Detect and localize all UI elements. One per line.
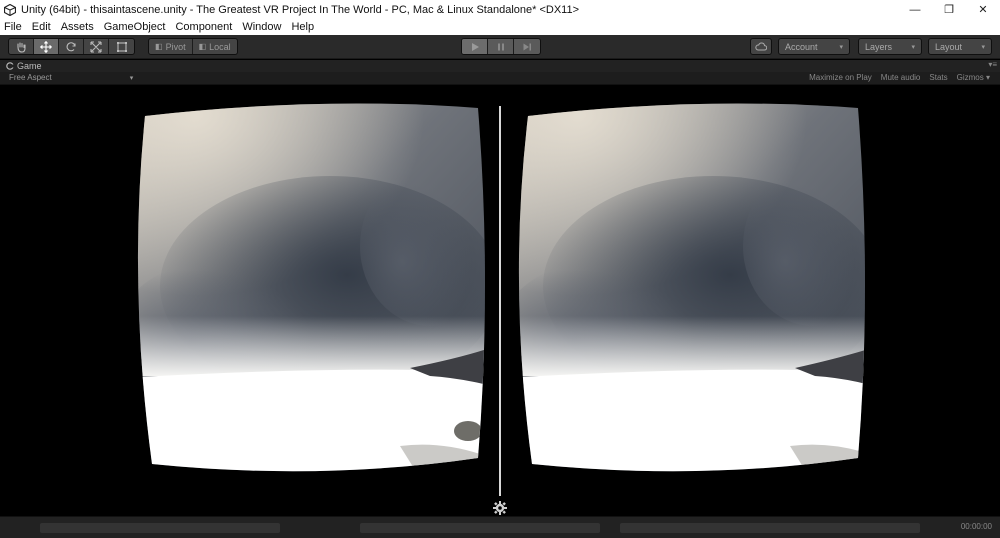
- menu-component[interactable]: Component: [175, 21, 232, 33]
- minimize-button[interactable]: —: [898, 0, 932, 19]
- layers-label: Layers: [865, 41, 893, 52]
- transform-tools: [8, 38, 135, 55]
- unity-logo-icon: [3, 3, 17, 17]
- left-eye-view: [137, 103, 485, 472]
- chevron-down-icon: ▾: [981, 43, 985, 51]
- chevron-down-icon: ▾: [129, 74, 134, 82]
- play-icon: [471, 42, 479, 51]
- menu-file[interactable]: File: [4, 21, 22, 33]
- vr-center-divider: [499, 106, 501, 496]
- layers-dropdown[interactable]: Layers ▾: [858, 38, 922, 55]
- cloud-icon: [755, 42, 767, 51]
- chevron-down-icon: ▾: [839, 43, 843, 51]
- local-toggle[interactable]: ◧ Local: [193, 39, 237, 54]
- status-segment: [40, 523, 280, 533]
- title-bar: Unity (64bit) - thisaintascene.unity - T…: [0, 0, 1000, 19]
- play-controls: [461, 38, 541, 55]
- game-view-toolbar: Free Aspect ▾ Maximize on Play Mute audi…: [0, 72, 1000, 85]
- layout-dropdown[interactable]: Layout ▾: [928, 38, 992, 55]
- move-tool-button[interactable]: [34, 39, 59, 54]
- layout-label: Layout: [935, 41, 963, 52]
- main-toolbar: ◧ Pivot ◧ Local Account ▾ Layers ▾ Layou…: [0, 35, 1000, 59]
- account-label: Account: [785, 41, 818, 52]
- panel-menu-icon[interactable]: ▾≡: [988, 60, 997, 69]
- account-dropdown[interactable]: Account ▾: [778, 38, 850, 55]
- status-segment: [620, 523, 920, 533]
- cloud-button[interactable]: [750, 38, 772, 55]
- maximize-on-play-toggle[interactable]: Maximize on Play: [809, 73, 872, 82]
- chevron-down-icon: ▾: [911, 43, 915, 51]
- hand-icon: [17, 41, 26, 53]
- pause-button[interactable]: [488, 39, 514, 54]
- close-button[interactable]: ✕: [966, 0, 1000, 19]
- local-label: Local: [209, 41, 231, 52]
- step-button[interactable]: [514, 39, 540, 54]
- pivot-controls: ◧ Pivot ◧ Local: [148, 38, 238, 55]
- scale-tool-button[interactable]: [84, 39, 109, 54]
- local-icon: ◧: [198, 42, 207, 51]
- play-button[interactable]: [462, 39, 488, 54]
- menu-window[interactable]: Window: [242, 21, 281, 33]
- game-panel-header: Game ▾≡: [0, 60, 1000, 72]
- move-icon: [40, 40, 52, 53]
- rect-tool-button[interactable]: [109, 39, 134, 54]
- window-controls: — ❐ ✕: [898, 0, 1000, 19]
- game-view-options: Maximize on Play Mute audio Stats Gizmos…: [809, 73, 990, 82]
- aspect-label: Free Aspect: [9, 73, 52, 82]
- scale-icon: [90, 40, 102, 53]
- pivot-label: Pivot: [165, 41, 186, 52]
- menu-gameobject[interactable]: GameObject: [104, 21, 166, 33]
- pivot-icon: ◧: [155, 42, 163, 51]
- mute-audio-toggle[interactable]: Mute audio: [881, 73, 921, 82]
- chevron-down-icon: ▾: [985, 73, 990, 82]
- status-segment: [360, 523, 600, 533]
- gear-icon[interactable]: [492, 500, 508, 516]
- status-text: 00:00:00: [960, 522, 992, 531]
- game-viewport[interactable]: [0, 86, 1000, 516]
- tab-game-label: Game: [17, 61, 42, 71]
- right-eye-view: [518, 103, 865, 472]
- rect-tool-icon: [116, 41, 127, 52]
- menu-bar: File Edit Assets GameObject Component Wi…: [0, 19, 1000, 35]
- hand-tool-button[interactable]: [9, 39, 34, 54]
- tab-game[interactable]: Game: [0, 61, 42, 71]
- step-icon: [523, 43, 531, 50]
- rotate-icon: [66, 41, 76, 51]
- game-controller-icon: [6, 62, 14, 70]
- menu-help[interactable]: Help: [291, 21, 314, 33]
- restore-button[interactable]: ❐: [932, 0, 966, 19]
- stats-toggle[interactable]: Stats: [929, 73, 947, 82]
- window-title: Unity (64bit) - thisaintascene.unity - T…: [21, 3, 580, 16]
- rotate-tool-button[interactable]: [59, 39, 84, 54]
- status-bar: 00:00:00: [0, 516, 1000, 538]
- pause-icon: [497, 43, 504, 50]
- pivot-toggle[interactable]: ◧ Pivot: [149, 39, 193, 54]
- menu-assets[interactable]: Assets: [61, 21, 94, 33]
- gizmos-dropdown[interactable]: Gizmos ▾: [957, 73, 990, 82]
- menu-edit[interactable]: Edit: [32, 21, 51, 33]
- aspect-dropdown[interactable]: Free Aspect ▾: [9, 73, 133, 82]
